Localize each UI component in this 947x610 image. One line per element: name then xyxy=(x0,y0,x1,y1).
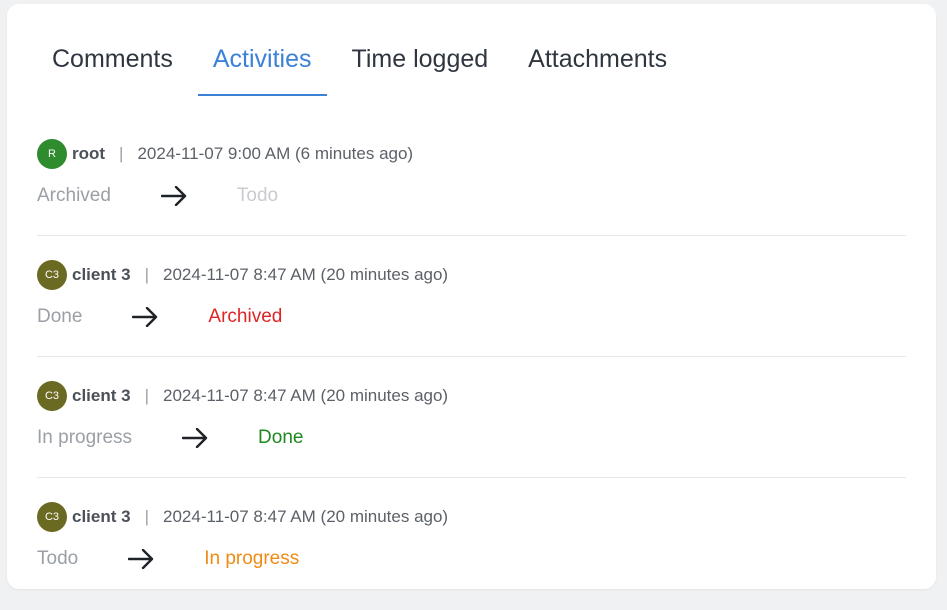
status-change: Done Archived xyxy=(37,300,282,334)
avatar: R xyxy=(37,139,67,169)
timestamp: 2024-11-07 8:47 AM (20 minutes ago) xyxy=(163,265,449,284)
separator: | xyxy=(144,265,150,284)
to-status: Todo xyxy=(236,185,279,206)
to-status: Archived xyxy=(208,306,283,327)
user-name: client 3 xyxy=(72,386,131,405)
from-status: Archived xyxy=(37,185,111,206)
separator: | xyxy=(119,144,124,163)
activity-meta: C3 client 3 | 2024-11-07 8:47 AM (20 min… xyxy=(37,260,448,290)
arrow-right-icon xyxy=(182,428,208,448)
separator: | xyxy=(144,507,150,526)
activity-meta: C3 client 3 | 2024-11-07 8:47 AM (20 min… xyxy=(37,502,448,532)
avatar: C3 xyxy=(37,381,67,411)
activity-list: R root | 2024-11-07 9:00 AM (6 minutes a… xyxy=(37,115,906,598)
activity-meta: C3 client 3 | 2024-11-07 8:47 AM (20 min… xyxy=(37,381,448,411)
activity-meta: R root | 2024-11-07 9:00 AM (6 minutes a… xyxy=(37,139,413,169)
timestamp: 2024-11-07 9:00 AM (6 minutes ago) xyxy=(137,144,414,163)
from-status: In progress xyxy=(37,427,133,448)
timestamp: 2024-11-07 8:47 AM (20 minutes ago) xyxy=(163,507,449,526)
avatar: C3 xyxy=(37,260,67,290)
user-name: root xyxy=(72,144,106,163)
from-status: Todo xyxy=(37,548,79,569)
tab-time-logged[interactable]: Time logged xyxy=(337,34,504,94)
tab-bar: Comments Activities Time logged Attachme… xyxy=(37,34,692,96)
activity-item: C3 client 3 | 2024-11-07 8:47 AM (20 min… xyxy=(37,236,906,357)
arrow-right-icon xyxy=(132,307,158,327)
tab-comments[interactable]: Comments xyxy=(37,34,188,94)
user-name: client 3 xyxy=(72,507,131,526)
activity-card: Comments Activities Time logged Attachme… xyxy=(7,4,936,589)
activity-item: C3 client 3 | 2024-11-07 8:47 AM (20 min… xyxy=(37,478,906,598)
tab-attachments[interactable]: Attachments xyxy=(513,34,682,94)
avatar: C3 xyxy=(37,502,67,532)
from-status: Done xyxy=(37,306,83,327)
to-status: In progress xyxy=(204,548,300,569)
user-name: client 3 xyxy=(72,265,131,284)
status-change: In progress Done xyxy=(37,421,303,455)
arrow-right-icon xyxy=(128,549,154,569)
status-change: Archived Todo xyxy=(37,179,278,213)
to-status: Done xyxy=(258,427,304,448)
activity-item: R root | 2024-11-07 9:00 AM (6 minutes a… xyxy=(37,115,906,236)
tab-activities[interactable]: Activities xyxy=(197,34,327,96)
timestamp: 2024-11-07 8:47 AM (20 minutes ago) xyxy=(163,386,449,405)
status-change: Todo In progress xyxy=(37,542,299,576)
arrow-right-icon xyxy=(160,186,187,206)
separator: | xyxy=(144,386,150,405)
activity-item: C3 client 3 | 2024-11-07 8:47 AM (20 min… xyxy=(37,357,906,478)
